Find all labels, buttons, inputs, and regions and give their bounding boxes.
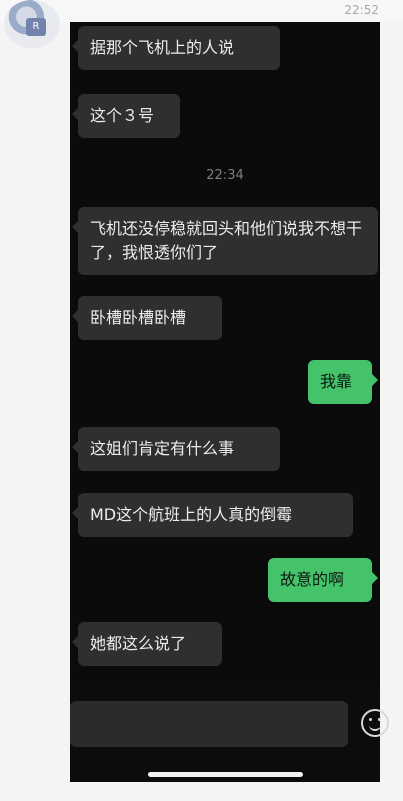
- emoji-eyes: [369, 718, 381, 722]
- avatar-badge: R: [26, 18, 46, 36]
- chat-message: 故意的啊: [268, 558, 378, 602]
- chat-message: 她都这么说了: [72, 622, 222, 666]
- chat-message: 我靠: [308, 360, 378, 404]
- avatar: R: [4, 0, 60, 48]
- chat-message: MD这个航班上的人真的倒霉: [72, 493, 353, 537]
- home-indicator: [148, 772, 303, 777]
- chat-message: 这个３号: [72, 94, 180, 138]
- top-timestamp: 22:52: [344, 3, 379, 17]
- chat-screen: 据那个飞机上的人说 这个３号 22:34 飞机还没停稳就回头和他们说我不想干了，…: [70, 22, 389, 782]
- message-input[interactable]: [70, 701, 348, 747]
- chat-message: 据那个飞机上的人说: [72, 26, 280, 70]
- emoji-mouth: [369, 723, 381, 731]
- chat-input-area: [70, 687, 389, 782]
- top-status-bar: R 22:52: [0, 0, 403, 48]
- chat-timestamp: 22:34: [206, 168, 244, 183]
- emoji-icon[interactable]: [361, 709, 389, 737]
- chat-message: 飞机还没停稳就回头和他们说我不想干了，我恨透你们了: [72, 207, 378, 275]
- chat-message: 卧槽卧槽卧槽: [72, 296, 222, 340]
- chat-message: 这姐们肯定有什么事: [72, 427, 280, 471]
